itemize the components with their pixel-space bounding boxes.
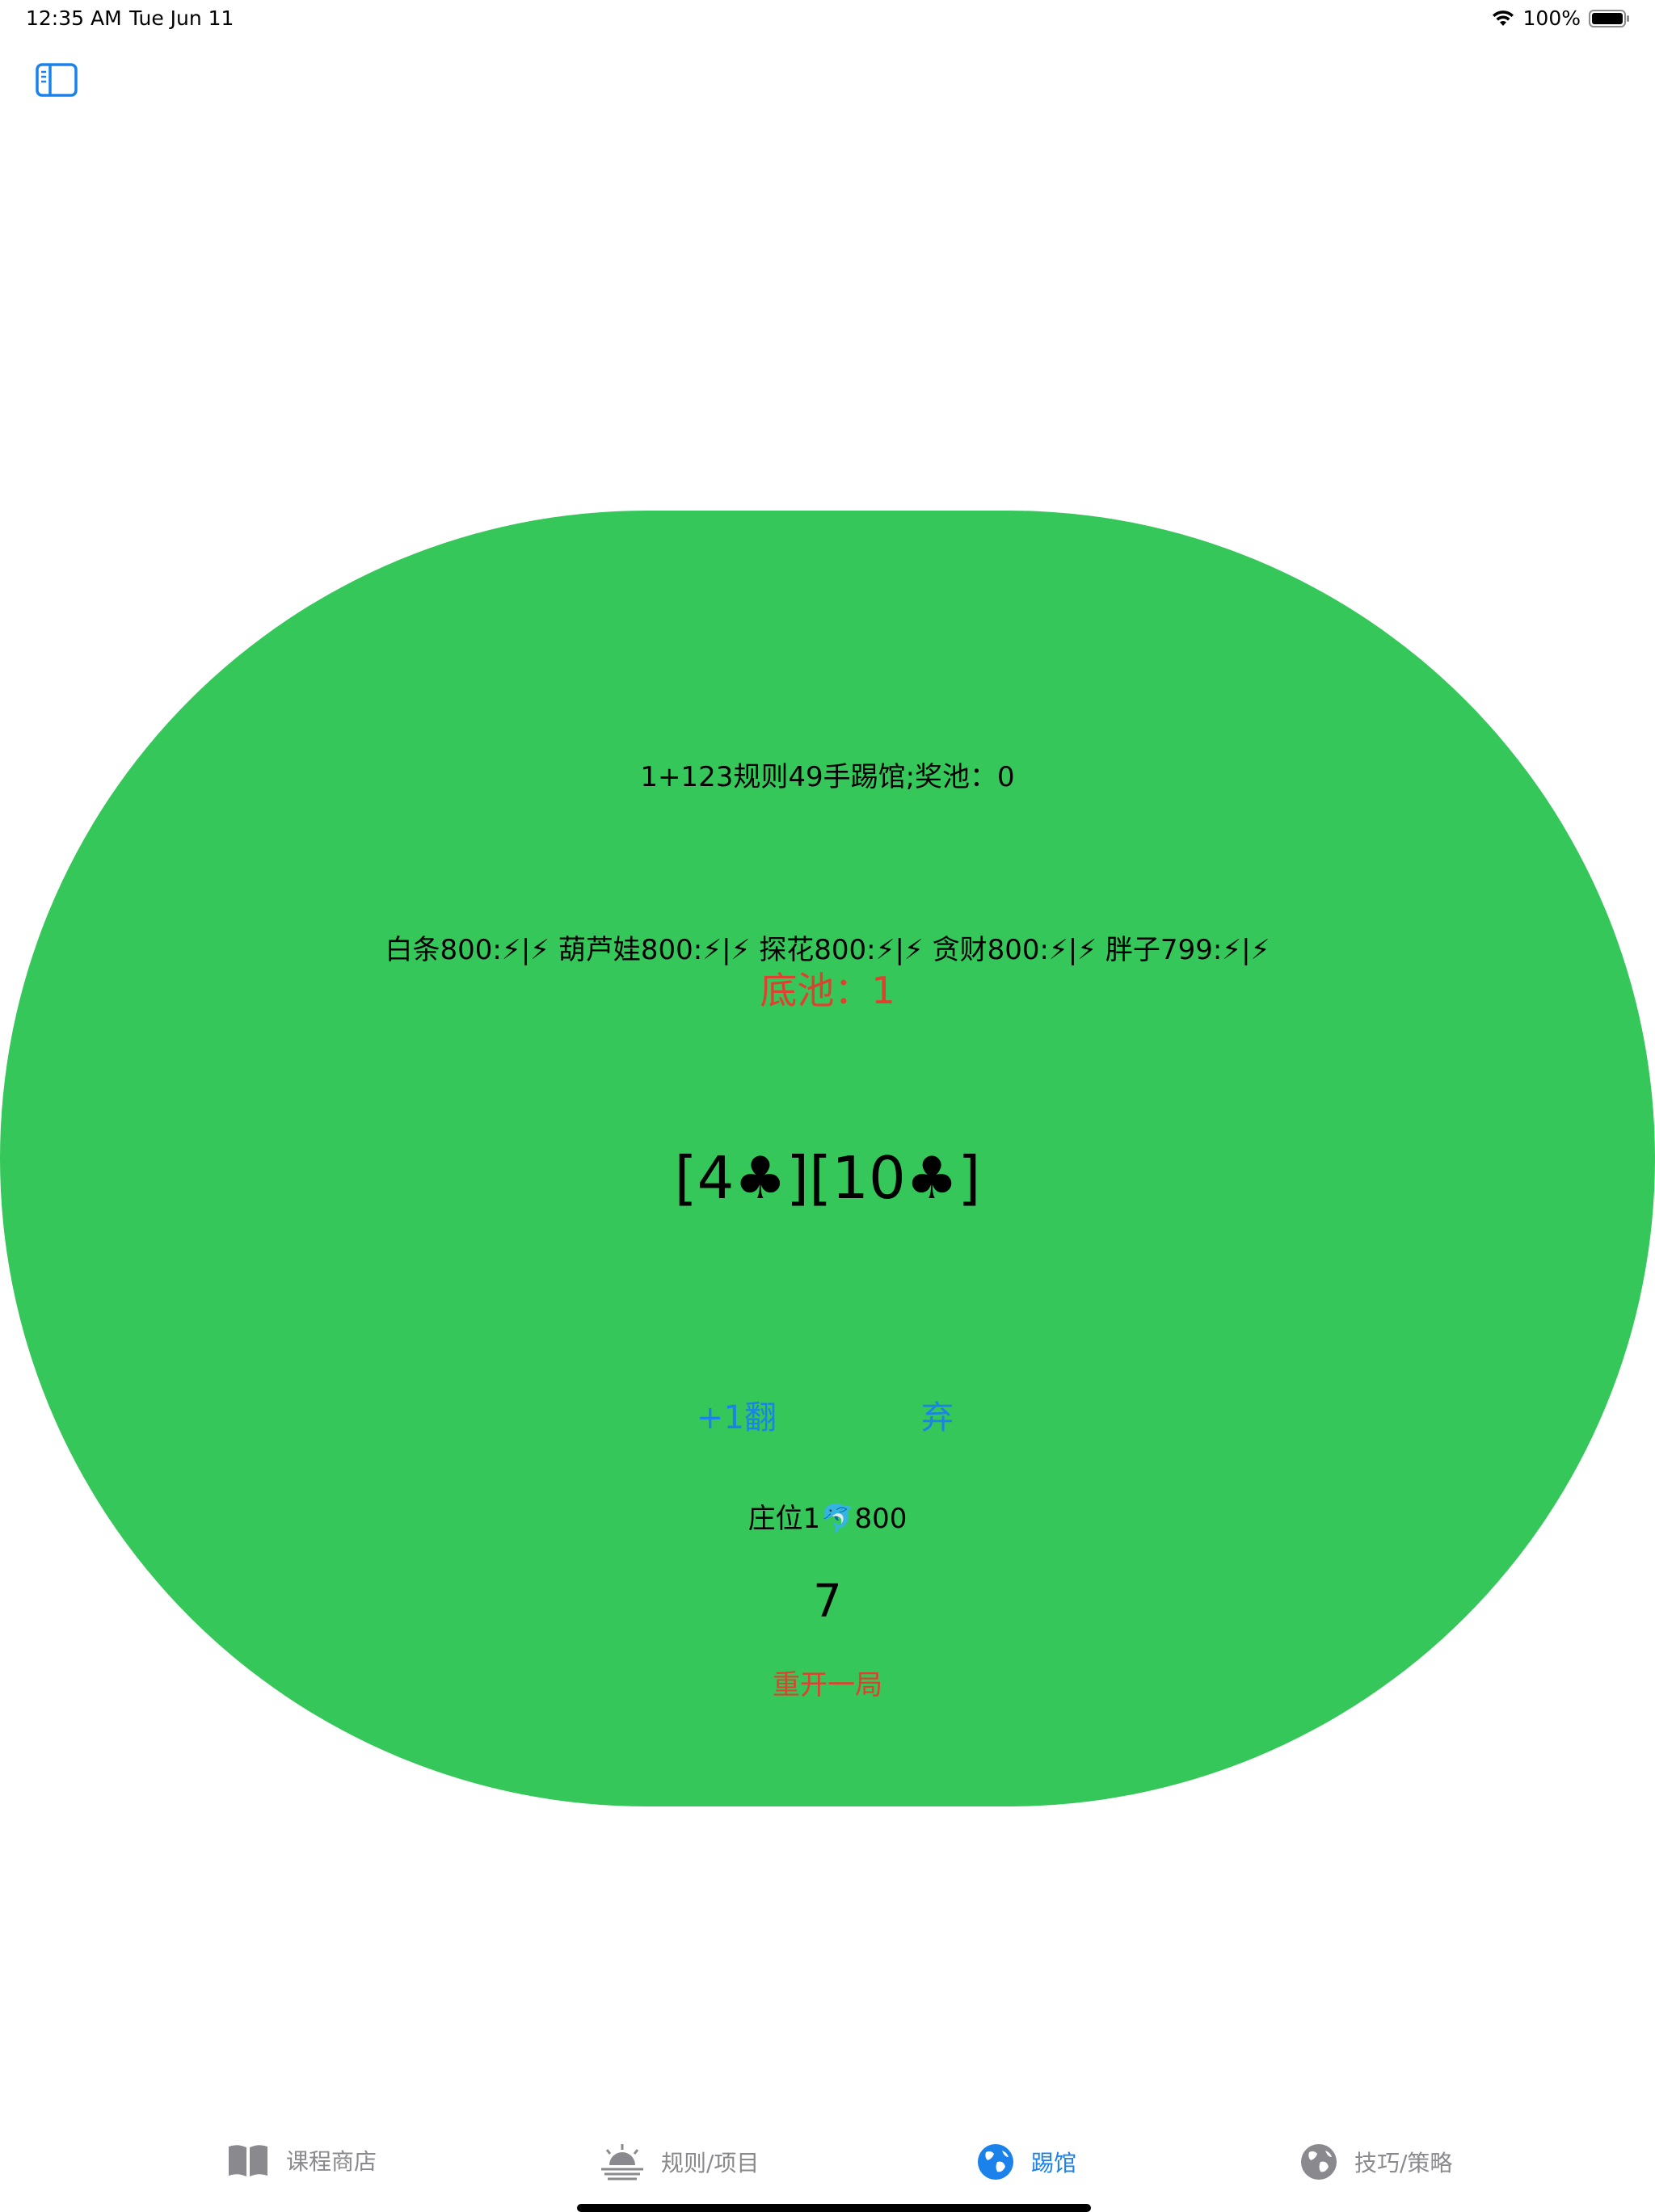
- tab-label: 规则/项目: [661, 2150, 760, 2176]
- raise-button[interactable]: +1翻: [697, 1391, 777, 1438]
- tab-label: 课程商店: [286, 2148, 377, 2175]
- status-date: Tue Jun 11: [129, 6, 234, 30]
- tab-label: 技巧/策略: [1354, 2150, 1453, 2176]
- tab-rules[interactable]: 规则/项目: [600, 2143, 759, 2181]
- status-indicators: 100%: [1491, 6, 1631, 30]
- battery-percent: 100%: [1522, 6, 1581, 30]
- home-indicator: [577, 2204, 1091, 2212]
- globe-icon: [1299, 2143, 1338, 2181]
- tab-bar: 课程商店 规则/项目 踢馆 技巧/策略: [0, 2133, 1655, 2197]
- dealer-info: 庄位1🐬800: [747, 1503, 908, 1535]
- wifi-icon: [1491, 10, 1515, 27]
- globe-icon: [976, 2143, 1015, 2181]
- hand-counter: 7: [813, 1575, 842, 1628]
- hand-cards: [4♣][10♣]: [674, 1144, 981, 1212]
- tab-challenge[interactable]: 踢馆: [976, 2143, 1076, 2181]
- restart-button[interactable]: 重开一局: [0, 1663, 1655, 1702]
- tab-label: 踢馆: [1031, 2150, 1077, 2176]
- battery-icon: [1589, 9, 1631, 28]
- pot-amount: 底池：1: [760, 969, 895, 1012]
- tab-strategy[interactable]: 技巧/策略: [1299, 2143, 1452, 2181]
- sunrise-icon: [600, 2143, 645, 2181]
- status-bar: 12:35 AM Tue Jun 11 100%: [0, 0, 1655, 39]
- fold-button[interactable]: 弃: [921, 1391, 954, 1438]
- tab-course-store[interactable]: 课程商店: [226, 2143, 377, 2178]
- game-title: 1+123规则49手踢馆;奖池：0: [640, 761, 1015, 793]
- action-buttons: +1翻 弃: [0, 1391, 1655, 1436]
- book-icon: [226, 2143, 270, 2178]
- status-time: 12:35 AM: [26, 6, 122, 30]
- sidebar-toggle-button[interactable]: [36, 63, 78, 97]
- sidebar-icon: [36, 63, 78, 100]
